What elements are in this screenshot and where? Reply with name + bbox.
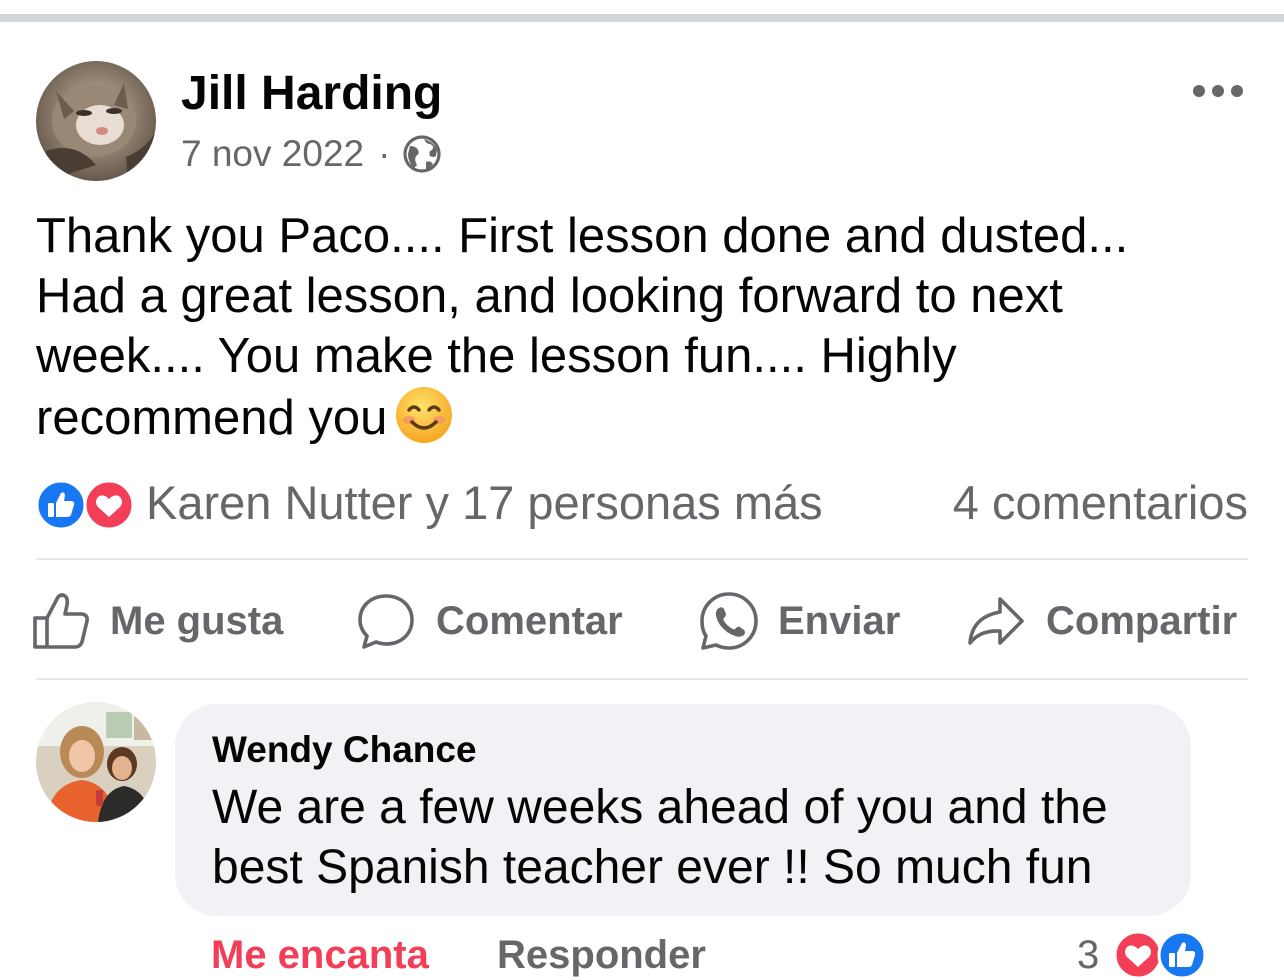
author-avatar[interactable] (36, 61, 156, 181)
post-date[interactable]: 7 nov 2022 (181, 133, 364, 175)
like-button[interactable]: Me gusta (32, 586, 283, 656)
post-text-line-content: recommend you (36, 391, 388, 445)
commenter-name[interactable]: Wendy Chance (212, 728, 477, 772)
post-text: Thank you Paco.... First lesson done and… (36, 206, 1256, 446)
globe-icon (403, 135, 442, 173)
whatsapp-icon (700, 592, 758, 650)
share-icon (968, 597, 1024, 645)
reactions-summary[interactable]: Karen Nutter y 17 personas más 4 comenta… (36, 474, 1248, 532)
post-text-line: Thank you Paco.... First lesson done and… (36, 209, 1129, 263)
post-text-line: recommend you (36, 386, 1256, 446)
comment-reaction-count[interactable]: 3 (1077, 930, 1099, 980)
post-actions: Me gusta Comentar Enviar Compartir (0, 586, 1284, 656)
reactors-summary[interactable]: Karen Nutter y 17 personas más (146, 476, 823, 530)
comment-bubble: Wendy Chance We are a few weeks ahead of… (175, 704, 1191, 916)
comment-count[interactable]: 4 comentarios (953, 476, 1248, 530)
divider (36, 678, 1248, 680)
comment-button[interactable]: Comentar (356, 586, 623, 656)
top-strip (0, 0, 1284, 14)
comment-icon (358, 594, 414, 649)
divider (36, 558, 1248, 560)
love-icon (1113, 930, 1163, 980)
smiling-face-icon (396, 387, 453, 443)
comment-reaction-icons[interactable] (1113, 930, 1213, 980)
comment-text: We are a few weeks ahead of you and the … (212, 778, 1108, 898)
post-meta: 7 nov 2022 · (181, 132, 442, 176)
meta-separator: · (378, 133, 391, 174)
feed-separator (0, 14, 1284, 22)
comment-reaction-button[interactable]: Me encanta (211, 930, 429, 980)
send-button[interactable]: Enviar (698, 586, 900, 656)
reply-button[interactable]: Responder (497, 930, 706, 980)
send-label: Enviar (778, 598, 901, 643)
post-author-name[interactable]: Jill Harding (181, 66, 442, 122)
post-text-line: week.... You make the lesson fun.... Hig… (36, 329, 957, 383)
share-label: Compartir (1046, 598, 1238, 643)
like-icon (1157, 930, 1207, 980)
comment-label: Comentar (436, 598, 623, 643)
post-text-line: Had a great lesson, and looking forward … (36, 269, 1063, 323)
more-options-icon[interactable] (1192, 80, 1244, 102)
love-icon (83, 480, 135, 530)
like-icon (36, 480, 87, 530)
comment-actions: Me encanta Responder 3 (211, 930, 1261, 980)
reaction-icons (36, 480, 135, 530)
thumbs-up-icon (33, 593, 89, 649)
like-label: Me gusta (110, 598, 284, 643)
share-button[interactable]: Compartir (966, 586, 1237, 656)
comment-text-line: We are a few weeks ahead of you and the (212, 781, 1108, 834)
comment-text-line: best Spanish teacher ever !! So much fun (212, 841, 1093, 894)
commenter-avatar[interactable] (36, 702, 156, 822)
